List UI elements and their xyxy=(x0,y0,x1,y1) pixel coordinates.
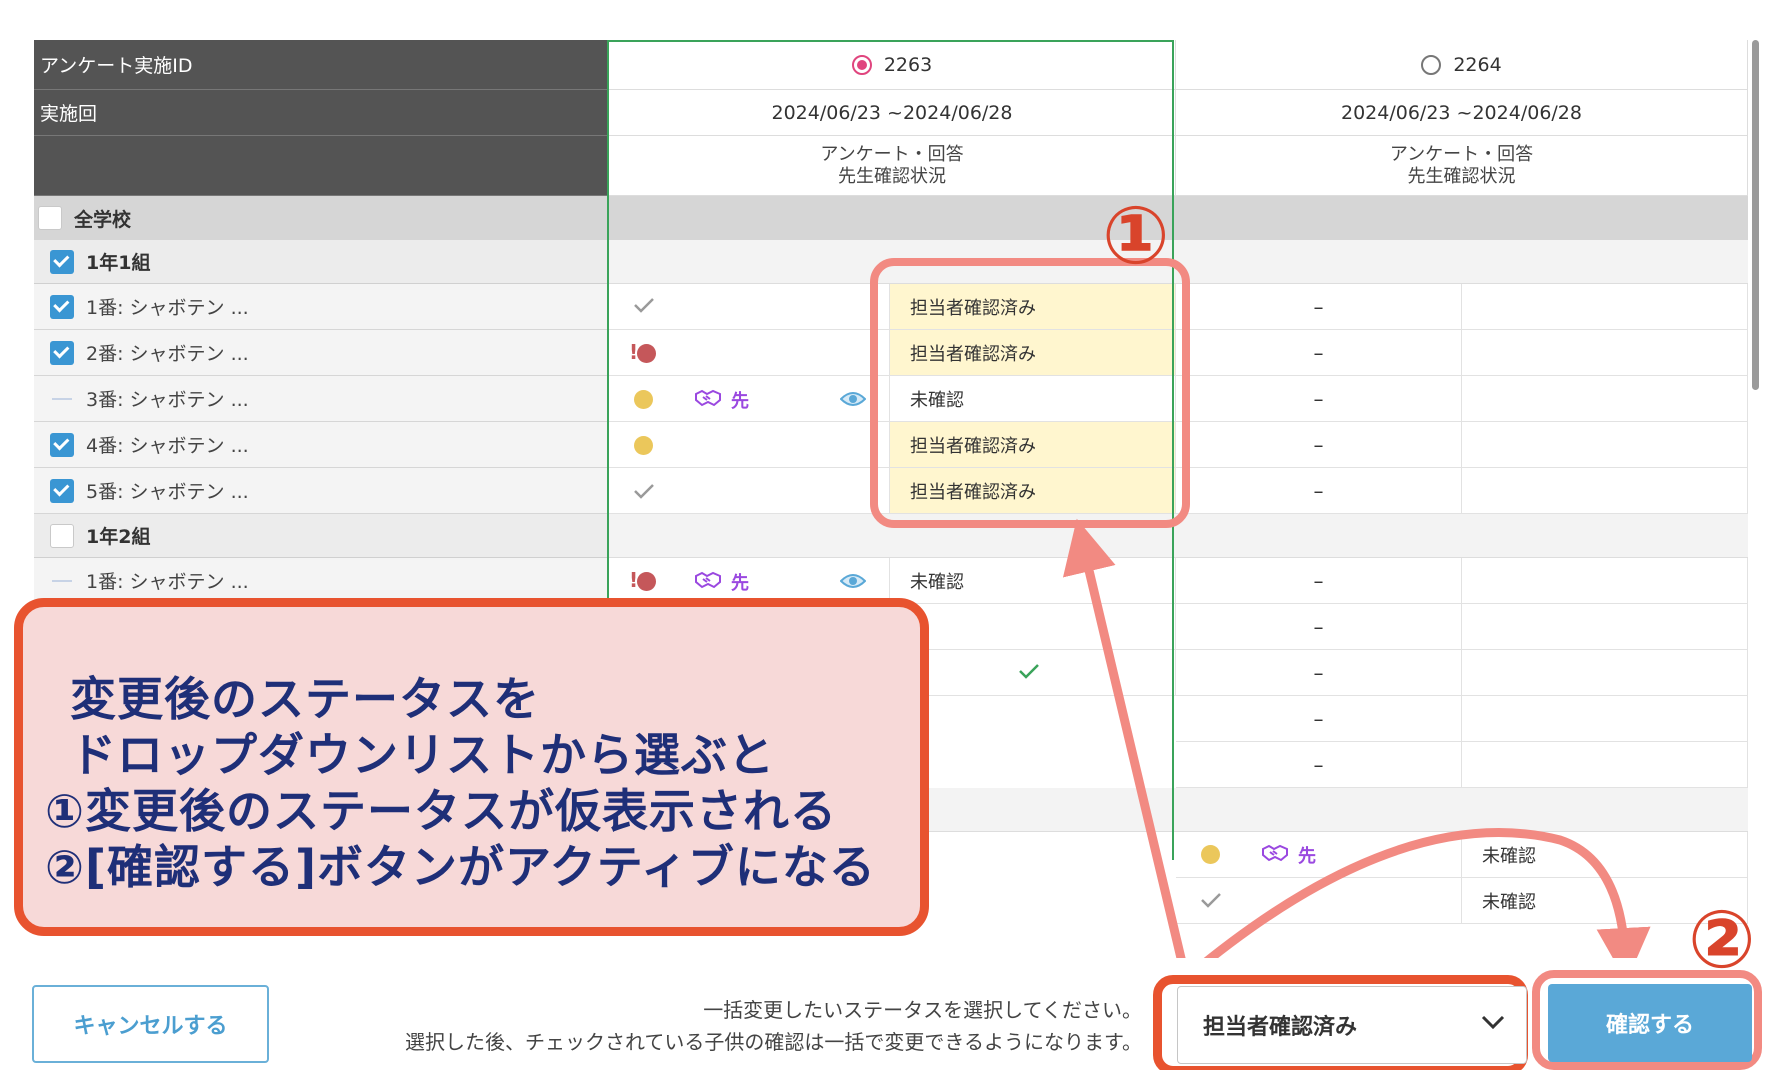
instruction-text-1: 一括変更したいステータスを選択してください。 xyxy=(703,998,1142,1022)
cancel-button[interactable]: キャンセルする xyxy=(32,985,269,1063)
instruction-text-2: 選択した後、チェックされている子供の確認は一括で変更できるようになります。 xyxy=(405,1030,1142,1054)
marker-2: ② xyxy=(1688,893,1756,986)
callout-line-4: ②[確認する]ボタンがアクティブになる xyxy=(45,840,876,894)
instruction-callout: 変更後のステータスを ドロップダウンリストから選ぶと ①変更後のステータスが仮表… xyxy=(14,598,929,936)
status-select[interactable]: 担当者確認済み xyxy=(1177,986,1527,1064)
status-select-value: 担当者確認済み xyxy=(1203,1015,1358,1040)
page: アンケート実施ID 実施回 2263 2264 2024/06/23 ~2024… xyxy=(0,0,1770,1070)
confirm-button[interactable]: 確認する xyxy=(1548,984,1752,1062)
chevron-down-icon xyxy=(1480,1012,1506,1037)
